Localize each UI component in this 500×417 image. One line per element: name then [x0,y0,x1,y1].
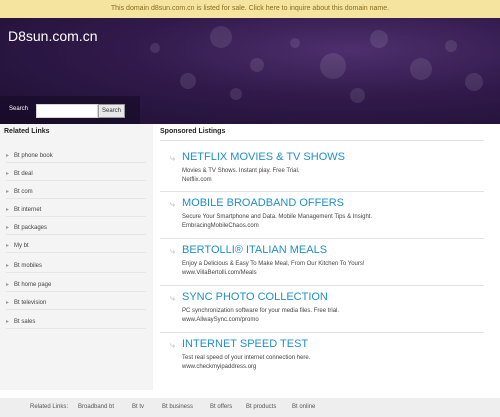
divider [160,238,484,239]
bokeh-decoration [370,30,388,48]
related-link-label: My bt [14,243,29,249]
related-link-label: Bt deal [14,171,33,177]
header: D8sun.com.cn Search Search [0,18,500,124]
listing-url[interactable]: www.checkmyipaddress.org [182,364,256,370]
related-links-title: Related Links [4,128,50,135]
listing-title[interactable]: Sync Photo Collection [182,291,328,303]
footer-link[interactable]: Bt business [162,404,193,410]
related-link-item[interactable]: ▸ Bt deal [6,167,146,181]
sponsored-listing: ⤷ Bertolli® Italian Meals Enjoy a Delici… [170,244,480,288]
divider [160,285,484,286]
page: This domain d8sun.com.cn is listed for s… [0,0,500,417]
arrow-right-icon: ▸ [6,207,10,213]
arrow-right-icon: ▸ [6,189,10,195]
related-link-item[interactable]: ▸ My bt [6,239,146,253]
search-input[interactable] [36,104,98,118]
search-button[interactable]: Search [98,104,125,118]
related-link-item[interactable]: ▸ Bt internet [6,203,146,217]
related-link-label: Bt sales [14,319,36,325]
arrow-right-icon: ▸ [6,153,10,159]
bokeh-decoration [350,88,365,103]
footer-link[interactable]: Bt online [292,404,315,410]
related-link-item[interactable]: ▸ Bt mobiles [6,259,146,273]
related-link-item[interactable]: ▸ Bt home page [6,278,146,292]
bokeh-decoration [465,73,483,91]
listing-title[interactable]: Internet Speed Test [182,338,308,350]
listing-url[interactable]: www.AllwaySync.com/promo [182,317,259,323]
arrow-right-icon: ▸ [6,263,10,269]
listing-description: Enjoy a Delicious & Easy To Make Meal, F… [182,261,365,267]
sponsored-listings-title: Sponsored Listings [160,128,226,135]
footer: Related Links: Broadband bt Bt tv Bt bus… [0,398,500,417]
bokeh-decoration [250,58,264,72]
arrow-right-icon: ▸ [6,282,10,288]
related-link-label: Bt phone book [14,153,53,159]
related-link-label: Bt internet [14,207,42,213]
listing-title[interactable]: Netflix Movies & TV Shows [182,151,345,163]
bokeh-decoration [210,26,232,48]
footer-link[interactable]: Broadband bt [78,404,114,410]
divider [160,191,484,192]
for-sale-banner[interactable]: This domain d8sun.com.cn is listed for s… [0,0,500,18]
sponsored-listing: ⤷ Mobile Broadband Offers Secure Your Sm… [170,197,480,241]
related-link-label: Bt com [14,189,33,195]
site-title: D8sun.com.cn [8,28,98,44]
sponsored-listing: ⤷ Sync Photo Collection PC synchronizati… [170,291,480,335]
arrow-right-icon: ▸ [6,300,10,306]
listing-title[interactable]: Bertolli® Italian Meals [182,244,327,256]
search-label: Search [9,106,29,112]
related-link-item[interactable]: ▸ Bt television [6,296,146,310]
listing-description: Test real speed of your internet connect… [182,355,311,361]
sponsored-listing: ⤷ Netflix Movies & TV Shows Movies & TV … [170,151,480,195]
divider [160,332,484,333]
arrow-right-icon: ▸ [6,243,10,249]
footer-link[interactable]: Bt offers [210,404,232,410]
bokeh-decoration [230,88,242,100]
link-icon: ⤷ [170,340,176,350]
bokeh-decoration [180,73,196,89]
listing-title[interactable]: Mobile Broadband Offers [182,197,344,209]
related-link-item[interactable]: ▸ Bt com [6,185,146,199]
footer-link[interactable]: Bt products [246,404,276,410]
bokeh-decoration [410,58,432,80]
related-link-label: Bt television [14,300,47,306]
listing-description: Movies & TV Shows. Instant play. Free Tr… [182,168,300,174]
listing-url[interactable]: www.VillaBertolli.com/Meals [182,270,257,276]
bokeh-decoration [290,38,300,48]
link-icon: ⤷ [170,153,176,163]
listing-description: PC synchronization software for your med… [182,308,340,314]
related-link-item[interactable]: ▸ Bt sales [6,315,146,329]
arrow-right-icon: ▸ [6,225,10,231]
bokeh-decoration [320,53,346,79]
link-icon: ⤷ [170,293,176,303]
listing-description: Secure Your Smartphone and Data. Mobile … [182,214,373,220]
listing-url[interactable]: EmbracingMobileChaos.com [182,223,259,229]
footer-link[interactable]: Bt tv [132,404,144,410]
divider [160,140,484,141]
related-link-label: Bt home page [14,282,52,288]
related-link-item[interactable]: ▸ Bt packages [6,221,146,235]
footer-label: Related Links: [30,404,69,410]
related-link-item[interactable]: ▸ Bt phone book [6,149,146,163]
related-link-label: Bt packages [14,225,48,231]
link-icon: ⤷ [170,199,176,209]
related-link-label: Bt mobiles [14,263,43,269]
related-links-sidebar [0,124,153,390]
arrow-right-icon: ▸ [6,171,10,177]
link-icon: ⤷ [170,246,176,256]
arrow-right-icon: ▸ [6,319,10,325]
sponsored-listing: ⤷ Internet Speed Test Test real speed of… [170,338,480,382]
bokeh-decoration [445,40,457,52]
bokeh-decoration [150,43,160,53]
listing-url[interactable]: Netflix.com [182,177,212,183]
